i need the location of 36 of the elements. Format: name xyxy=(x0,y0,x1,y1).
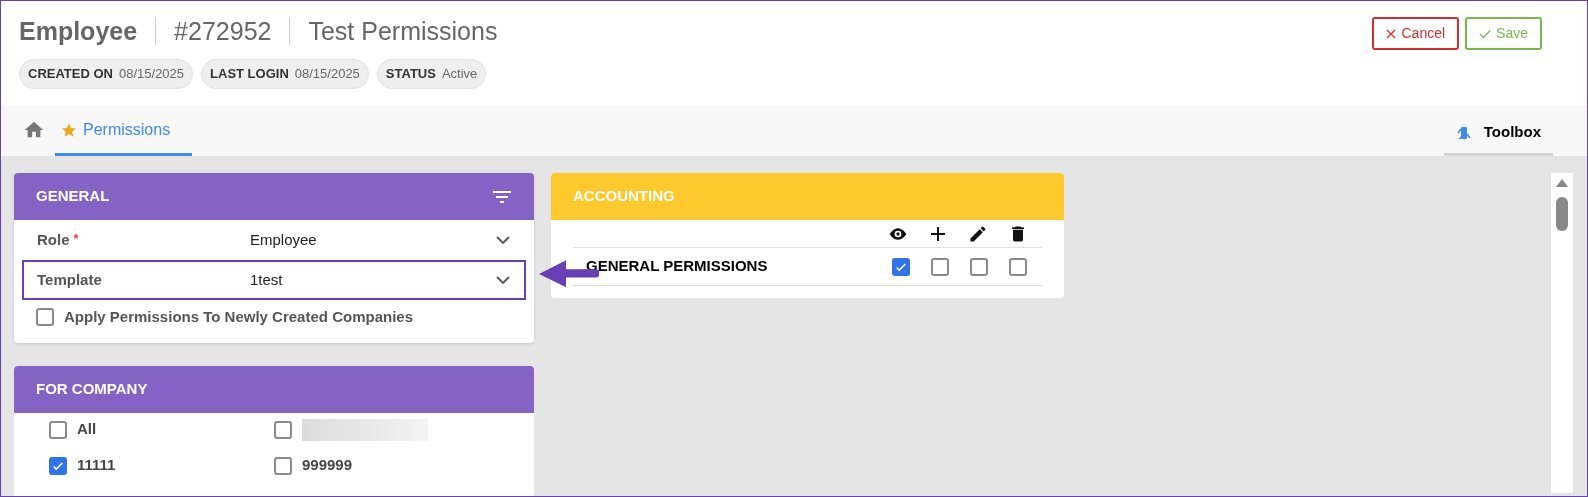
info-chip: CREATED ON 08/15/2025 xyxy=(19,59,194,89)
company-label: 999999 xyxy=(302,455,353,476)
scrollbar[interactable] xyxy=(1551,173,1573,493)
required-mark: * xyxy=(73,229,79,248)
info-chip: LAST LOGIN 08/15/2025 xyxy=(201,59,369,89)
checkbox[interactable] xyxy=(36,308,54,327)
close-icon xyxy=(1386,28,1397,39)
card-title: FOR COMPANY xyxy=(36,378,148,399)
pencil-icon xyxy=(968,223,988,244)
select-field[interactable]: Role * Employee xyxy=(22,220,526,260)
filter-icon[interactable] xyxy=(492,189,512,204)
checkbox[interactable] xyxy=(274,456,292,475)
page-title: Employee xyxy=(19,17,138,45)
permission-label: GENERAL PERMISSIONS xyxy=(585,256,769,277)
checkbox[interactable] xyxy=(49,456,67,475)
record-id: #272952 xyxy=(174,17,272,45)
multi-tool-icon xyxy=(1455,124,1472,141)
company-label: 11111 xyxy=(77,455,116,476)
checkbox[interactable] xyxy=(49,420,67,439)
checkbox[interactable] xyxy=(931,257,949,276)
checkbox[interactable] xyxy=(892,257,910,276)
card-title: ACCOUNTING xyxy=(573,186,675,207)
scroll-up-icon[interactable] xyxy=(1556,179,1568,187)
star-icon xyxy=(61,121,77,138)
select-field[interactable]: Template 1test xyxy=(22,260,526,300)
card-title: GENERAL xyxy=(36,186,110,207)
record-name: Test Permissions xyxy=(308,17,498,45)
check-icon xyxy=(1479,28,1492,39)
company-label: All xyxy=(77,419,97,440)
info-chip: STATUS Active xyxy=(376,59,487,89)
checkbox[interactable] xyxy=(970,257,988,276)
checkbox[interactable] xyxy=(274,420,292,439)
scroll-thumb[interactable] xyxy=(1556,197,1568,231)
checkbox-label: Apply Permissions To Newly Created Companies xyxy=(64,307,413,327)
checkbox[interactable] xyxy=(1009,257,1027,276)
cancel-button[interactable]: Cancel xyxy=(1372,17,1460,50)
